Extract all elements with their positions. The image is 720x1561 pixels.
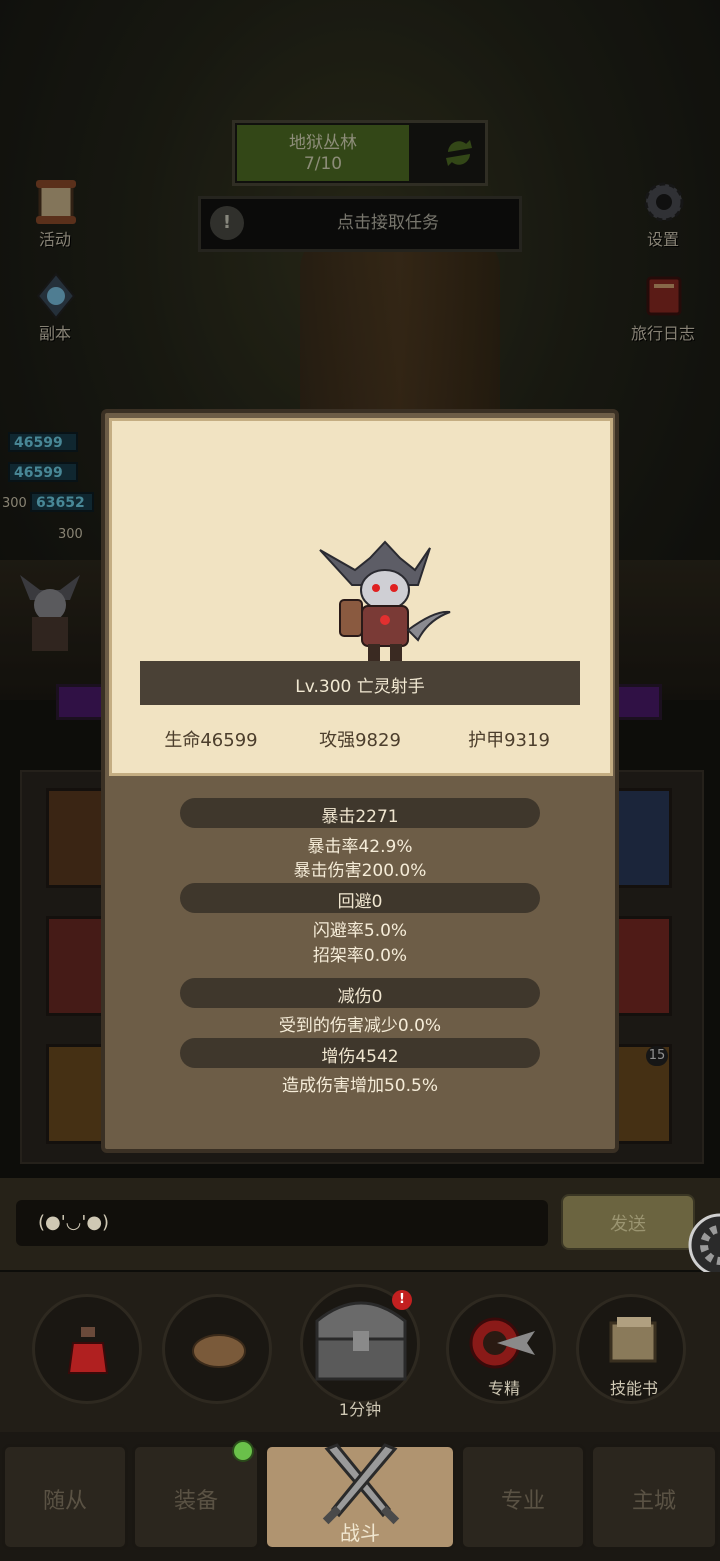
damage-boost-title: 增伤4542 [321, 1047, 399, 1067]
target-arrow-icon [469, 1317, 535, 1369]
stat-attack: 攻强9829 [319, 730, 401, 751]
tab-label: 随从 [42, 1489, 87, 1514]
crit-title: 暴击2271 [321, 807, 399, 827]
send-label: 发送 [610, 1214, 646, 1235]
notification-dot [232, 1440, 254, 1462]
chest-timer: 1分钟 [338, 1400, 382, 1419]
skill-book-label: 技能书 [609, 1379, 658, 1398]
crit-damage: 暴击伤害200.0% [293, 861, 427, 881]
evasion-title: 回避0 [337, 892, 383, 912]
damage-dealt-increase: 造成伤害增加50.5% [281, 1076, 438, 1096]
tab-followers[interactable]: 随从 [2, 1444, 128, 1550]
crit-rate: 暴击率42.9% [307, 837, 413, 857]
potion-icon [67, 1327, 109, 1374]
skill-book-button[interactable]: 技能书 [576, 1294, 686, 1404]
alert-badge: ! [392, 1290, 412, 1310]
food-button[interactable] [162, 1294, 272, 1404]
chat-input-text: (●'◡'●) [38, 1212, 110, 1233]
tab-profession[interactable]: 专业 [460, 1444, 586, 1550]
tab-label: 主城 [631, 1489, 676, 1514]
damage-taken-reduction: 受到的伤害减少0.0% [278, 1016, 442, 1036]
gear-icon[interactable] [676, 1208, 720, 1282]
tab-main-city[interactable]: 主城 [590, 1444, 718, 1550]
skill-book-icon [609, 1317, 657, 1363]
tab-label: 战斗 [340, 1521, 380, 1545]
undead-archer-sprite [319, 540, 451, 664]
tab-battle[interactable]: 战斗 [264, 1443, 456, 1550]
stat-hp: 生命46599 [164, 730, 258, 751]
mastery-button[interactable]: 专精 [446, 1294, 556, 1404]
mastery-label: 专精 [487, 1379, 520, 1398]
dodge-rate: 闪避率5.0% [312, 921, 408, 941]
potion-button[interactable] [32, 1294, 142, 1404]
reduction-title: 减伤0 [337, 987, 383, 1007]
tab-label: 装备 [173, 1489, 218, 1514]
bread-icon [192, 1334, 246, 1368]
monster-name: Lv.300 亡灵射手 [295, 677, 425, 697]
tab-label: 专业 [500, 1489, 545, 1514]
parry-rate: 招架率0.0% [312, 946, 408, 966]
stat-armor: 护甲9319 [468, 730, 550, 751]
